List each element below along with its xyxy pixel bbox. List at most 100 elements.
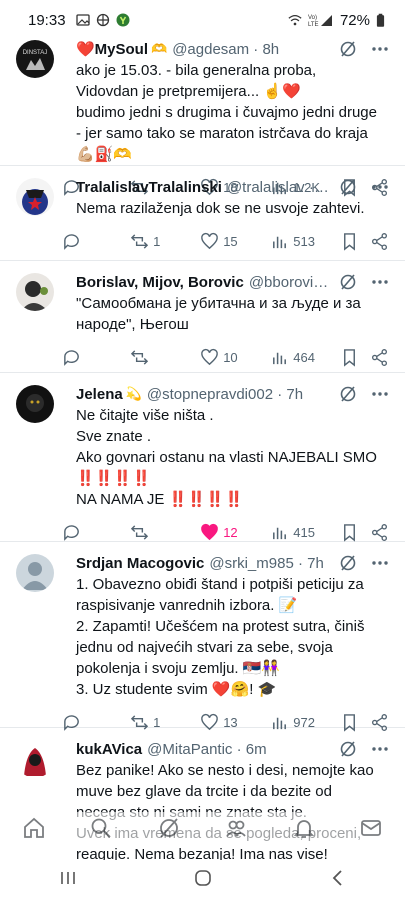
views-icon xyxy=(273,236,287,248)
display-name[interactable]: Jelena xyxy=(76,386,123,403)
display-name[interactable]: kukAVica xyxy=(76,741,142,758)
tweet-line: Nema razilaženja dok se ne usvoje zahtev… xyxy=(76,200,365,217)
view-count: 464 xyxy=(293,349,315,365)
search-tab[interactable] xyxy=(89,816,113,845)
like-count: 15 xyxy=(223,233,238,249)
grok-icon[interactable] xyxy=(339,273,357,291)
heart-filled-icon xyxy=(201,523,219,540)
share-button[interactable] xyxy=(370,232,389,251)
more-options-icon[interactable] xyxy=(371,554,389,572)
avatar[interactable] xyxy=(16,740,54,778)
pinwheel-icon xyxy=(96,13,109,27)
communities-tab[interactable] xyxy=(224,816,248,845)
communities-icon xyxy=(226,820,246,837)
heart-icon xyxy=(201,232,219,249)
like-button[interactable]: 15 xyxy=(200,232,270,251)
bell-icon xyxy=(293,819,314,838)
svg-text:DINSTAJ: DINSTAJ xyxy=(23,50,48,56)
avatar[interactable] xyxy=(16,273,54,311)
back-icon xyxy=(332,869,342,886)
reply-button[interactable] xyxy=(62,523,130,542)
retweet-button[interactable] xyxy=(130,523,200,542)
tweet-item[interactable]: TralalislavTralalinski @tralalislav · 6h… xyxy=(0,166,405,261)
avatar[interactable] xyxy=(16,178,54,216)
tweet-item[interactable]: Srdjan Macogovic @srki_m985 · 7h 1. Obav… xyxy=(0,542,405,732)
retweet-button[interactable] xyxy=(130,348,200,367)
retweet-icon xyxy=(131,233,149,249)
handle-and-time: @agdesam · 8h xyxy=(172,40,280,58)
home-button[interactable] xyxy=(193,868,213,893)
reply-icon xyxy=(64,233,79,250)
views-button[interactable]: 415 xyxy=(270,523,340,542)
display-name[interactable]: Borislav, Mijov, Borovic xyxy=(76,274,244,291)
display-name[interactable]: ❤️MySoul xyxy=(76,40,148,58)
display-name[interactable]: Srdjan Macogovic xyxy=(76,555,204,572)
reply-button[interactable] xyxy=(62,232,130,251)
bookmark-button[interactable] xyxy=(340,523,369,542)
tweet-item[interactable]: Borislav, Mijov, Borovic @bborovic3 · 4h… xyxy=(0,261,405,373)
bottom-navigation xyxy=(0,812,405,848)
tweet-line: Ako govnari ostanu na vlasti NAJEBALI SM… xyxy=(76,449,377,487)
svg-text:Vo): Vo) xyxy=(308,15,317,21)
bookmark-icon xyxy=(344,523,356,542)
grok-icon xyxy=(159,817,178,838)
name-emoji: 💫 xyxy=(125,386,142,401)
battery-level: 72% xyxy=(339,11,370,29)
battery-icon xyxy=(376,13,385,27)
tweet-item[interactable]: DINSTAJ ❤️MySoul 🫶 @agdesam · 8h ako je … xyxy=(0,28,405,197)
status-time: 19:33 xyxy=(28,11,66,29)
grok-icon[interactable] xyxy=(339,740,357,758)
more-options-icon[interactable] xyxy=(371,178,389,196)
more-options-icon[interactable] xyxy=(371,273,389,291)
avatar[interactable]: DINSTAJ xyxy=(16,40,54,78)
views-icon xyxy=(273,527,287,539)
views-button[interactable]: 513 xyxy=(270,232,340,251)
messages-tab[interactable] xyxy=(359,816,383,845)
handle-and-time: @tralalislav · 6h xyxy=(226,178,331,196)
home-tab[interactable] xyxy=(22,816,46,845)
more-options-icon[interactable] xyxy=(371,740,389,758)
grok-icon[interactable] xyxy=(339,178,357,196)
retweet-button[interactable]: 1 xyxy=(130,232,200,251)
share-button[interactable] xyxy=(370,348,389,367)
handle-and-time: @MitaPantic · 6m xyxy=(147,740,267,758)
grok-tab[interactable] xyxy=(157,816,181,845)
like-button[interactable]: 10 xyxy=(200,348,270,367)
grok-icon[interactable] xyxy=(339,554,357,572)
system-navigation xyxy=(0,860,405,900)
like-count: 10 xyxy=(223,349,238,365)
tweet-text: ako je 15.03. - bila generalna proba, Vi… xyxy=(76,60,389,165)
tweet-item[interactable]: Jelena 💫 @stopnepravdi002 · 7h Ne čitajt… xyxy=(0,373,405,542)
handle-and-time: @stopnepravdi002 · 7h xyxy=(146,385,304,403)
notifications-tab[interactable] xyxy=(292,816,316,845)
grok-icon[interactable] xyxy=(339,385,357,403)
bookmark-button[interactable] xyxy=(340,232,369,251)
wifi-icon xyxy=(288,14,302,26)
more-options-icon[interactable] xyxy=(371,385,389,403)
recents-icon xyxy=(60,871,75,884)
avatar[interactable] xyxy=(16,554,54,592)
back-button[interactable] xyxy=(328,868,348,893)
handle-and-time: @srki_m985 · 7h xyxy=(209,554,324,572)
tweet-line: 2. Zapamti! Učešćem na protest sutra, či… xyxy=(76,618,365,677)
views-icon xyxy=(273,352,287,364)
retweet-icon xyxy=(131,524,149,540)
bookmark-icon xyxy=(344,348,356,367)
action-bar: 1 15 513 xyxy=(62,219,389,263)
name-emoji: 🫶 xyxy=(151,41,168,56)
reply-button[interactable] xyxy=(62,348,130,367)
display-name[interactable]: TralalislavTralalinski xyxy=(76,179,222,196)
retweet-icon xyxy=(131,349,149,365)
avatar[interactable] xyxy=(16,385,54,423)
like-button[interactable]: 12 xyxy=(200,523,270,542)
view-count: 415 xyxy=(293,524,315,540)
share-button[interactable] xyxy=(370,523,389,542)
bookmark-button[interactable] xyxy=(340,348,369,367)
tweet-text: "Самообмана је убитачна и за људе и за н… xyxy=(76,293,389,335)
retweet-count: 1 xyxy=(153,233,161,249)
recents-button[interactable] xyxy=(58,868,78,893)
grok-icon[interactable] xyxy=(339,40,357,58)
more-options-icon[interactable] xyxy=(371,40,389,58)
views-button[interactable]: 464 xyxy=(270,348,340,367)
tweet-line: Ne čitajte više ništa . xyxy=(76,407,214,424)
